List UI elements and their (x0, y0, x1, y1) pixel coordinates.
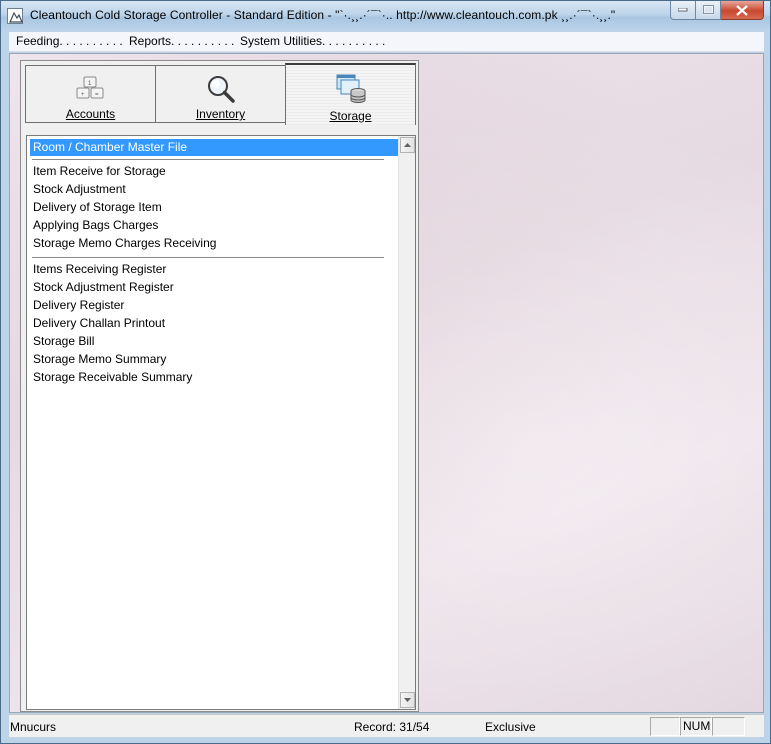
scroll-down-button[interactable] (400, 692, 415, 708)
list-vertical-scrollbar[interactable] (398, 136, 415, 709)
title-bar[interactable]: Cleantouch Cold Storage Controller - Sta… (1, 1, 770, 31)
menu-system-utilities[interactable]: System Utilities. . . . . . . . . . (240, 34, 385, 48)
list-content: Room / Chamber Master File Item Receive … (28, 137, 398, 708)
minimize-button[interactable] (670, 1, 696, 20)
close-icon (736, 4, 748, 16)
menu-feeding[interactable]: Feeding. . . . . . . . . . (16, 34, 123, 48)
accounts-icon: 1 + = (76, 76, 103, 99)
module-tabs: 1 + = Accounts Inventory Storage (23, 63, 417, 125)
status-bar: Mnucurs Record: 31/54 Exclusive NUM (9, 714, 764, 737)
tab-storage[interactable]: Storage (285, 63, 416, 125)
list-separator (32, 257, 384, 258)
list-item-item-receive-for-storage[interactable]: Item Receive for Storage (32, 163, 166, 180)
status-mode: Exclusive (485, 720, 536, 734)
status-scroll-indicator (712, 717, 745, 736)
list-item-stock-adjustment[interactable]: Stock Adjustment (32, 181, 126, 198)
close-button[interactable] (721, 1, 764, 20)
list-item-delivery-challan-printout[interactable]: Delivery Challan Printout (32, 315, 165, 332)
list-item-items-receiving-register[interactable]: Items Receiving Register (32, 261, 166, 278)
status-caps-indicator (650, 717, 680, 736)
list-item-room-chamber-master-file[interactable]: Room / Chamber Master File (30, 139, 398, 156)
tab-accounts[interactable]: 1 + = Accounts (25, 65, 156, 123)
tab-inventory[interactable]: Inventory (155, 65, 286, 123)
arrow-up-icon (404, 143, 411, 147)
list-separator (32, 159, 384, 160)
maximize-icon (702, 5, 714, 15)
tab-accounts-label: Accounts (65, 107, 116, 121)
list-item-delivery-of-storage-item[interactable]: Delivery of Storage Item (32, 199, 162, 216)
tab-storage-label: Storage (329, 109, 372, 123)
magnifier-icon (207, 76, 235, 103)
maximize-button[interactable] (696, 1, 721, 20)
svg-text:+: + (81, 92, 85, 98)
minimize-icon (678, 8, 688, 12)
window-controls (670, 1, 764, 20)
menu-reports[interactable]: Reports. . . . . . . . . . (129, 34, 234, 48)
list-item-delivery-register[interactable]: Delivery Register (32, 297, 124, 314)
scroll-up-button[interactable] (400, 137, 415, 153)
client-area: 1 + = Accounts Inventory Storage Room / … (9, 53, 764, 713)
storage-options-list[interactable]: Room / Chamber Master File Item Receive … (26, 135, 416, 710)
storage-database-icon (336, 74, 365, 103)
app-logo-icon[interactable] (7, 8, 23, 24)
svg-text:=: = (95, 92, 99, 98)
window-title: Cleantouch Cold Storage Controller - Sta… (30, 8, 616, 22)
menu-bar: Feeding. . . . . . . . . . Reports. . . … (9, 32, 764, 52)
list-item-storage-receivable-summary[interactable]: Storage Receivable Summary (32, 369, 192, 386)
list-item-applying-bags-charges[interactable]: Applying Bags Charges (32, 217, 158, 234)
list-item-storage-memo-summary[interactable]: Storage Memo Summary (32, 351, 166, 368)
tab-inventory-label: Inventory (195, 107, 246, 121)
status-user: Mnucurs (10, 720, 57, 734)
list-item-storage-memo-charges-receiving[interactable]: Storage Memo Charges Receiving (32, 235, 216, 252)
navigation-panel: 1 + = Accounts Inventory Storage Room / … (20, 60, 419, 712)
status-record: Record: 31/54 (354, 720, 430, 734)
list-item-storage-bill[interactable]: Storage Bill (32, 333, 94, 350)
list-item-stock-adjustment-register[interactable]: Stock Adjustment Register (32, 279, 174, 296)
arrow-down-icon (404, 698, 411, 702)
status-num-indicator: NUM (680, 717, 712, 736)
app-window: Cleantouch Cold Storage Controller - Sta… (0, 0, 771, 744)
